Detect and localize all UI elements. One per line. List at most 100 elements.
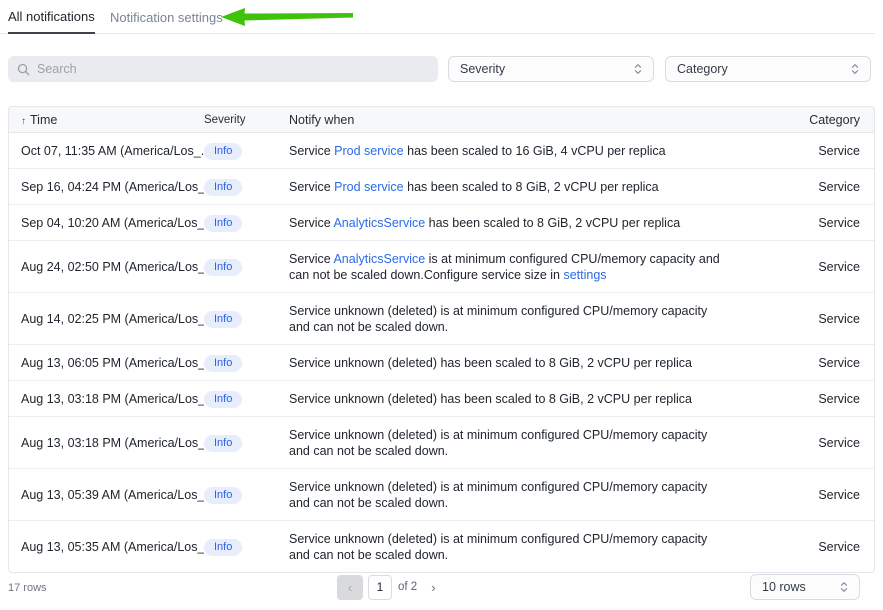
row-severity: Info <box>204 433 289 452</box>
table-body: Oct 07, 11:35 AM (America/Los_...InfoSer… <box>9 133 874 572</box>
row-message: Service Prod service has been scaled to … <box>289 133 739 168</box>
table-row: Sep 04, 10:20 AM (America/Los_...Info Ser… <box>9 205 874 241</box>
page-size-value: 10 rows <box>762 580 806 594</box>
row-count-label: 17 rows <box>8 582 47 594</box>
tab-notification-settings-label: Notification settings <box>110 10 223 25</box>
tab-all-notifications[interactable]: All notifications <box>8 0 95 34</box>
table-row: Aug 24, 02:50 PM (America/Los_...Info Ser… <box>9 241 874 293</box>
row-category: Service <box>739 392 874 406</box>
sort-ascending-icon: ↑ <box>21 116 26 127</box>
severity-badge: Info <box>204 391 242 408</box>
row-category: Service <box>739 312 874 326</box>
row-time: Aug 14, 02:25 PM (America/Los_... <box>9 312 204 326</box>
row-severity: Info <box>204 141 289 160</box>
row-severity: Info <box>204 213 289 232</box>
row-category: Service <box>739 488 874 502</box>
notifications-page: All notifications Notification settings … <box>0 0 883 610</box>
severity-badge: Info <box>204 259 242 276</box>
chevron-right-icon: › <box>431 580 435 595</box>
tab-all-notifications-label: All notifications <box>8 9 95 24</box>
table-row: Aug 13, 06:05 PM (America/Los_...Info Ser… <box>9 345 874 381</box>
annotation-arrow-icon <box>219 6 355 28</box>
column-header-notify-when[interactable]: Notify when <box>289 112 739 128</box>
row-message: Service unknown (deleted) is at minimum … <box>289 469 739 520</box>
row-category: Service <box>739 540 874 554</box>
category-select[interactable]: Category <box>665 56 871 82</box>
row-severity: Info <box>204 309 289 328</box>
table-row: Aug 13, 03:18 PM (America/Los_...Info Ser… <box>9 381 874 417</box>
row-category: Service <box>739 216 874 230</box>
row-severity: Info <box>204 389 289 408</box>
category-select-value: Category <box>677 62 728 76</box>
chevron-up-down-icon <box>838 580 850 594</box>
table-row: Oct 07, 11:35 AM (America/Los_...Info Ser… <box>9 133 874 169</box>
chevron-left-icon: ‹ <box>348 580 352 595</box>
tab-bar: All notifications Notification settings <box>0 0 875 34</box>
row-category: Service <box>739 436 874 450</box>
row-message: Service unknown (deleted) is at minimum … <box>289 417 739 468</box>
severity-badge: Info <box>204 143 242 160</box>
search-icon <box>17 63 30 76</box>
row-category: Service <box>739 144 874 158</box>
row-severity: Info <box>204 485 289 504</box>
message-link[interactable]: AnalyticsService <box>333 216 425 230</box>
row-category: Service <box>739 180 874 194</box>
row-message: Service Prod service has been scaled to … <box>289 169 739 204</box>
search-input[interactable] <box>37 62 429 76</box>
row-message: Service AnalyticsService is at minimum c… <box>289 241 739 292</box>
chevron-up-down-icon <box>849 62 861 76</box>
table-row: Aug 14, 02:25 PM (America/Los_...Info Ser… <box>9 293 874 345</box>
table-row: Sep 16, 04:24 PM (America/Los_...Info Ser… <box>9 169 874 205</box>
severity-badge: Info <box>204 539 242 556</box>
notifications-table: ↑ Time Severity Notify when Category Oct … <box>8 106 875 573</box>
message-link[interactable]: Prod service <box>334 144 403 158</box>
row-message: Service unknown (deleted) has been scale… <box>289 345 739 380</box>
message-link[interactable]: settings <box>563 268 606 282</box>
message-link[interactable]: AnalyticsService <box>333 252 425 266</box>
row-message: Service unknown (deleted) is at minimum … <box>289 293 739 344</box>
severity-badge: Info <box>204 355 242 372</box>
chevron-up-down-icon <box>632 62 644 76</box>
severity-badge: Info <box>204 435 242 452</box>
row-severity: Info <box>204 353 289 372</box>
row-message: Service AnalyticsService has been scaled… <box>289 205 739 240</box>
search-field <box>8 56 438 82</box>
row-time: Aug 13, 05:39 AM (America/Los_... <box>9 488 204 502</box>
row-time: Oct 07, 11:35 AM (America/Los_... <box>9 144 204 158</box>
table-header: ↑ Time Severity Notify when Category <box>9 107 874 133</box>
severity-select-value: Severity <box>460 62 505 76</box>
severity-select[interactable]: Severity <box>448 56 654 82</box>
previous-page-button[interactable]: ‹ <box>337 575 363 600</box>
column-header-severity[interactable]: Severity <box>204 114 289 126</box>
row-time: Aug 13, 06:05 PM (America/Los_... <box>9 356 204 370</box>
row-message: Service unknown (deleted) is at minimum … <box>289 521 739 572</box>
row-time: Aug 13, 03:18 PM (America/Los_... <box>9 392 204 406</box>
row-message: Service unknown (deleted) has been scale… <box>289 381 739 416</box>
row-time: Aug 13, 05:35 AM (America/Los_... <box>9 540 204 554</box>
table-row: Aug 13, 03:18 PM (America/Los_...Info Ser… <box>9 417 874 469</box>
page-number-input[interactable] <box>368 575 392 600</box>
row-time: Sep 16, 04:24 PM (America/Los_... <box>9 180 204 194</box>
tab-notification-settings[interactable]: Notification settings <box>110 0 223 34</box>
column-header-time[interactable]: ↑ Time <box>9 113 204 127</box>
severity-badge: Info <box>204 311 242 328</box>
row-time: Sep 04, 10:20 AM (America/Los_... <box>9 216 204 230</box>
page-size-select[interactable]: 10 rows <box>750 574 860 600</box>
row-time: Aug 24, 02:50 PM (America/Los_... <box>9 260 204 274</box>
pagination: ‹ of 2 › <box>337 574 440 600</box>
row-severity: Info <box>204 257 289 276</box>
column-header-time-label: Time <box>30 113 57 127</box>
severity-badge: Info <box>204 179 242 196</box>
page-of-label: of 2 <box>398 581 417 593</box>
message-link[interactable]: Prod service <box>334 180 403 194</box>
table-row: Aug 13, 05:39 AM (America/Los_...InfoSer… <box>9 469 874 521</box>
severity-badge: Info <box>204 215 242 232</box>
row-category: Service <box>739 260 874 274</box>
row-category: Service <box>739 356 874 370</box>
table-row: Aug 13, 05:35 AM (America/Los_...Info Ser… <box>9 521 874 572</box>
column-header-category[interactable]: Category <box>739 113 874 127</box>
row-severity: Info <box>204 177 289 196</box>
next-page-button[interactable]: › <box>427 578 439 597</box>
row-severity: Info <box>204 537 289 556</box>
row-time: Aug 13, 03:18 PM (America/Los_... <box>9 436 204 450</box>
